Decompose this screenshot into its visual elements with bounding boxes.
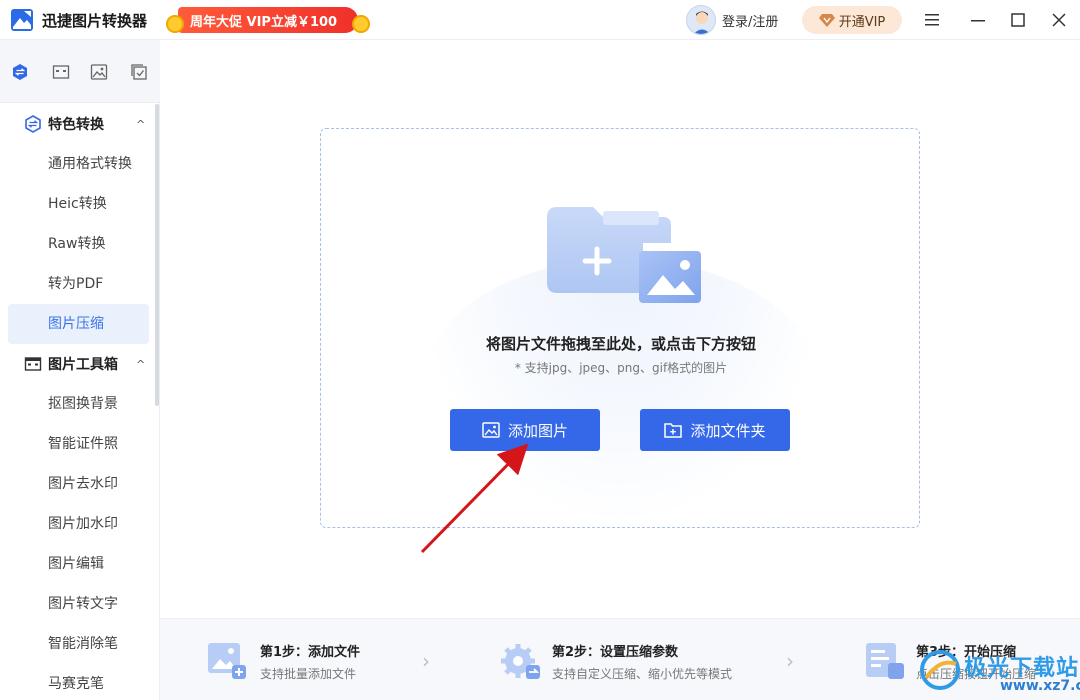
compress-file-icon xyxy=(866,643,904,679)
user-icon xyxy=(693,11,711,34)
sidebar-item-to-text[interactable]: 图片转文字 xyxy=(8,584,149,624)
sidebar-icon-bar xyxy=(0,40,160,103)
close-icon xyxy=(1052,13,1066,27)
title-bar: 迅捷图片转换器 周年大促 VIP立减￥100 登录/注册 开通VIP xyxy=(0,0,1080,40)
sidebar-item-id-photo[interactable]: 智能证件照 xyxy=(8,424,149,464)
open-vip-button[interactable]: 开通VIP xyxy=(802,6,902,34)
hamburger-icon xyxy=(925,14,939,26)
sidebar-item-mosaic[interactable]: 马赛克笔 xyxy=(8,664,149,700)
group-label: 图片工具箱 xyxy=(48,357,118,373)
promo-banner[interactable]: 周年大促 VIP立减￥100 xyxy=(166,7,372,35)
sidebar-item-add-watermark[interactable]: 图片加水印 xyxy=(8,504,149,544)
login-button[interactable]: 登录/注册 xyxy=(686,5,778,35)
watermark-url: www.xz7.com xyxy=(1000,678,1080,694)
sidebar-item-raw[interactable]: Raw转换 xyxy=(8,224,149,264)
chevron-right-icon: › xyxy=(422,649,430,673)
group-header-special-convert[interactable]: 特色转换 ^ xyxy=(0,104,155,144)
coin-icon xyxy=(352,15,370,33)
minimize-icon xyxy=(971,20,985,22)
convert-icon[interactable] xyxy=(11,63,29,81)
convert-icon xyxy=(25,115,41,133)
chevron-up-icon: ^ xyxy=(136,357,146,371)
coin-icon xyxy=(166,15,184,33)
app-logo-icon xyxy=(11,9,33,31)
drop-zone[interactable]: 将图片文件拖拽至此处，或点击下方按钮 * 支持jpg、jpeg、png、gif格… xyxy=(320,128,920,528)
chevron-right-icon: › xyxy=(786,649,794,673)
sidebar-scrollbar[interactable] xyxy=(155,104,159,406)
login-label: 登录/注册 xyxy=(722,14,779,30)
add-image-label: 添加图片 xyxy=(507,421,568,440)
sidebar-item-to-pdf[interactable]: 转为PDF xyxy=(8,264,149,304)
sidebar-item-eraser[interactable]: 智能消除笔 xyxy=(8,624,149,664)
sidebar-item-heic[interactable]: Heic转换 xyxy=(8,184,149,224)
sidebar-item-edit[interactable]: 图片编辑 xyxy=(8,544,149,584)
drop-zone-title: 将图片文件拖拽至此处，或点击下方按钮 xyxy=(485,335,756,353)
image-icon[interactable] xyxy=(90,63,108,81)
vip-diamond-icon xyxy=(818,14,835,27)
close-button[interactable] xyxy=(1049,10,1069,30)
site-watermark: 极光下载站 www.xz7.com xyxy=(916,640,1080,700)
drop-zone-subtitle: * 支持jpg、jpeg、png、gif格式的图片 xyxy=(514,361,728,375)
step-desc: 支持批量添加文件 xyxy=(260,667,357,681)
group-header-image-toolbox[interactable]: 图片工具箱 ^ xyxy=(0,344,155,384)
group-label: 特色转换 xyxy=(48,117,104,133)
toolbox-icon[interactable] xyxy=(52,63,70,81)
step-desc: 支持自定义压缩、缩小优先等模式 xyxy=(552,667,733,681)
maximize-button[interactable] xyxy=(1008,10,1028,30)
add-file-icon xyxy=(208,643,246,679)
add-folder-label: 添加文件夹 xyxy=(690,421,766,440)
menu-button[interactable] xyxy=(922,10,942,30)
step-title: 第1步：添加文件 xyxy=(260,645,361,660)
add-image-button[interactable]: 添加图片 xyxy=(450,409,600,451)
sidebar-item-compress[interactable]: 图片压缩 xyxy=(8,304,149,344)
folder-add-icon xyxy=(664,423,683,438)
minimize-button[interactable] xyxy=(968,10,988,30)
app-title: 迅捷图片转换器 xyxy=(42,12,148,30)
folder-add-image-icon xyxy=(547,207,701,303)
image-icon xyxy=(482,422,500,438)
step-title: 第2步：设置压缩参数 xyxy=(552,645,679,660)
sidebar: 特色转换 ^ 通用格式转换 Heic转换 Raw转换 转为PDF 图片压缩 图片… xyxy=(0,40,160,700)
vip-label: 开通VIP xyxy=(838,14,886,30)
settings-gear-icon xyxy=(501,644,540,679)
toolbox-icon xyxy=(24,357,42,371)
promo-text: 周年大促 VIP立减￥100 xyxy=(190,15,338,30)
maximize-icon xyxy=(1011,13,1025,27)
batch-icon[interactable] xyxy=(130,63,148,81)
avatar xyxy=(686,5,716,35)
add-folder-button[interactable]: 添加文件夹 xyxy=(640,409,790,451)
watermark-logo-icon xyxy=(920,650,960,690)
main-panel: 将图片文件拖拽至此处，或点击下方按钮 * 支持jpg、jpeg、png、gif格… xyxy=(160,40,1080,620)
sidebar-item-general-convert[interactable]: 通用格式转换 xyxy=(8,144,149,184)
chevron-up-icon: ^ xyxy=(136,117,146,131)
sidebar-item-remove-watermark[interactable]: 图片去水印 xyxy=(8,464,149,504)
sidebar-item-cutout[interactable]: 抠图换背景 xyxy=(8,384,149,424)
